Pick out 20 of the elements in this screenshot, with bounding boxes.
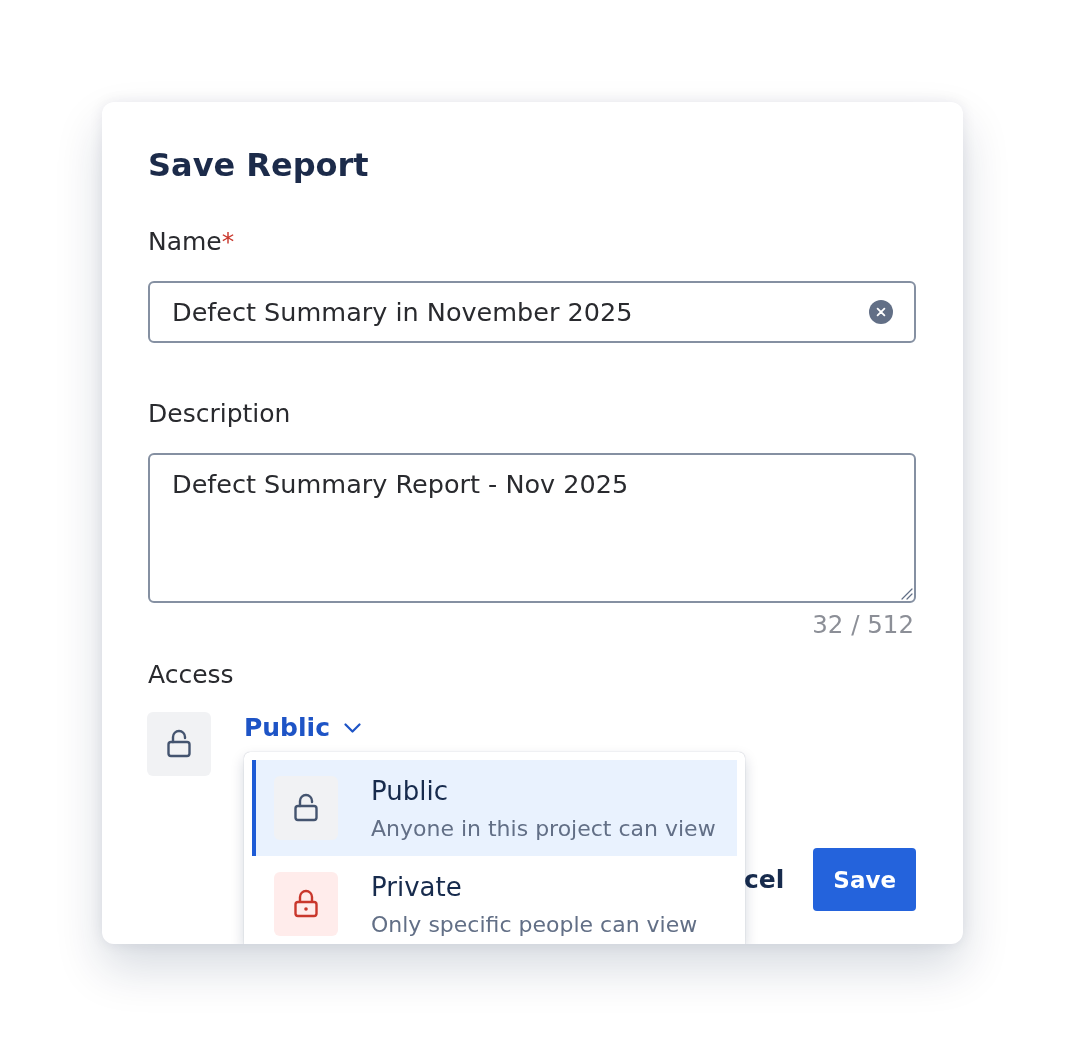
character-counter: 32 / 512 xyxy=(812,610,915,640)
text-input-field[interactable]: Defect Summary in November 2025 xyxy=(148,281,916,343)
field-label: Access xyxy=(148,659,234,691)
field-label: Name* xyxy=(148,226,235,258)
dialog-title: Save Report xyxy=(148,145,370,185)
padlock-icon xyxy=(274,872,338,936)
chevron-down-icon xyxy=(344,723,361,733)
option-title: Public xyxy=(371,776,448,806)
field-label: Description xyxy=(148,398,291,430)
save-button[interactable]: Save xyxy=(813,848,916,911)
cancel-button[interactable]: cel xyxy=(743,848,785,911)
option-title: Private xyxy=(371,872,462,902)
option-description: Only specific people can view xyxy=(371,911,698,939)
option-description: Anyone in this project can view xyxy=(371,815,716,843)
resize-handle-icon xyxy=(901,588,913,600)
access-dropdown[interactable]: Public xyxy=(244,712,361,744)
textarea-field[interactable]: Defect Summary Report - Nov 2025 xyxy=(148,453,916,603)
menu-option[interactable]: Public Anyone in this project can view xyxy=(252,760,737,856)
open-padlock-icon xyxy=(147,712,211,776)
open-padlock-icon xyxy=(274,776,338,840)
